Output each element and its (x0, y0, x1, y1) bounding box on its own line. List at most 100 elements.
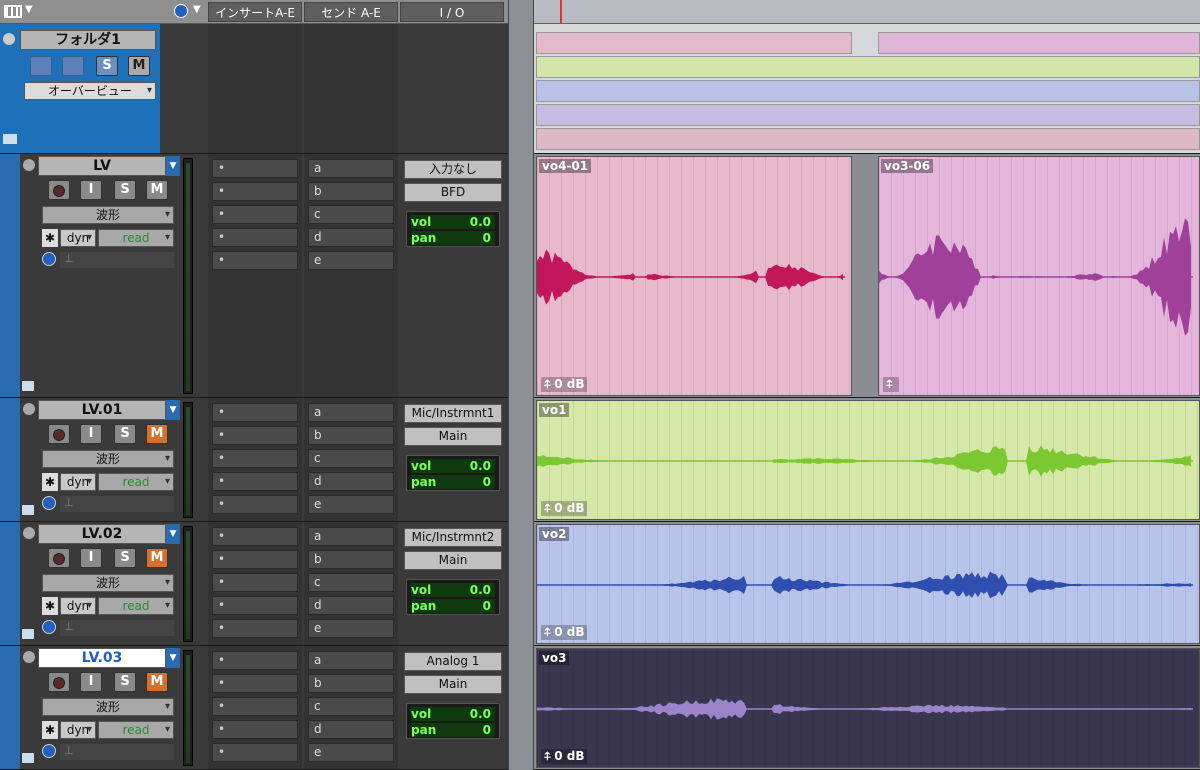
folder-clip-pink[interactable] (536, 32, 852, 54)
timebase-icon[interactable] (42, 252, 56, 266)
folder-clip-blue[interactable] (536, 80, 1200, 102)
mute-button[interactable]: M (146, 424, 168, 444)
insert-slot[interactable]: • (212, 228, 298, 247)
input-monitor-button[interactable]: I (80, 424, 102, 444)
clock-icon[interactable] (174, 4, 188, 18)
folder-blank-button-2[interactable] (62, 56, 84, 76)
send-slot[interactable]: e (308, 251, 394, 270)
solo-button[interactable]: S (114, 180, 136, 200)
send-slot[interactable]: c (308, 573, 394, 592)
insert-slot[interactable]: • (212, 472, 298, 491)
dyn-button[interactable]: dyn (60, 229, 96, 247)
output-selector[interactable]: Main (404, 551, 502, 570)
automation-mode-selector[interactable]: read (98, 229, 174, 247)
send-slot[interactable]: a (308, 159, 394, 178)
chevron-down-icon[interactable]: ▼ (25, 4, 33, 15)
vol-value[interactable]: 0.0 (470, 583, 491, 597)
output-selector[interactable]: Main (404, 675, 502, 694)
dyn-button[interactable]: dyn (60, 597, 96, 615)
clip-gain[interactable]: ⍏ (883, 377, 900, 392)
track-name[interactable]: LV.01 (38, 400, 166, 420)
folder-solo-button[interactable]: S (96, 56, 118, 76)
record-enable-button[interactable] (48, 424, 70, 444)
mute-button[interactable]: M (146, 672, 168, 692)
input-monitor-button[interactable]: I (80, 180, 102, 200)
send-slot[interactable]: b (308, 674, 394, 693)
asterisk-icon[interactable]: ✱ (42, 721, 58, 739)
grid-icon[interactable] (4, 5, 22, 18)
insert-slot[interactable]: • (212, 205, 298, 224)
audio-clip[interactable]: vo3 ⍏ 0 dB (536, 648, 1200, 768)
input-selector[interactable]: Mic/Instrmnt1 (404, 404, 502, 423)
collapse-toggle[interactable] (23, 651, 35, 663)
send-slot[interactable]: b (308, 426, 394, 445)
input-selector[interactable]: Mic/Instrmnt2 (404, 528, 502, 547)
pan-value[interactable]: 0 (483, 723, 491, 737)
view-selector[interactable]: 波形 (42, 698, 174, 716)
automation-mode-selector[interactable]: read (98, 597, 174, 615)
send-slot[interactable]: a (308, 527, 394, 546)
send-slot[interactable]: b (308, 550, 394, 569)
solo-button[interactable]: S (114, 672, 136, 692)
insert-slot[interactable]: • (212, 596, 298, 615)
chevron-down-icon[interactable]: ▼ (193, 4, 201, 15)
insert-slot[interactable]: • (212, 527, 298, 546)
asterisk-icon[interactable]: ✱ (42, 597, 58, 615)
chevron-down-icon[interactable]: ▼ (166, 524, 180, 544)
vol-value[interactable]: 0.0 (470, 707, 491, 721)
asterisk-icon[interactable]: ✱ (42, 473, 58, 491)
vol-value[interactable]: 0.0 (470, 215, 491, 229)
folder-name[interactable]: フォルダ1 (20, 30, 156, 50)
clip-gain[interactable]: ⍏ 0 dB (541, 501, 588, 516)
chevron-down-icon[interactable]: ▼ (166, 400, 180, 420)
send-slot[interactable]: a (308, 651, 394, 670)
dyn-button[interactable]: dyn (60, 721, 96, 739)
clip-gain[interactable]: ⍏ 0 dB (541, 749, 588, 764)
clip-gain[interactable]: ⍏ 0 dB (541, 625, 588, 640)
send-slot[interactable]: c (308, 449, 394, 468)
send-slot[interactable]: c (308, 205, 394, 224)
io-header[interactable]: I / O (400, 2, 504, 22)
insert-slot[interactable]: • (212, 674, 298, 693)
timebase-icon[interactable] (42, 496, 56, 510)
audio-clip[interactable]: vo2 ⍏ 0 dB (536, 524, 1200, 644)
timebase-icon[interactable] (42, 744, 56, 758)
audio-clip[interactable]: vo1 ⍏ 0 dB (536, 400, 1200, 520)
chevron-down-icon[interactable]: ▼ (166, 648, 180, 668)
track-name[interactable]: LV.03 (38, 648, 166, 668)
insert-slot[interactable]: • (212, 550, 298, 569)
insert-slot[interactable]: • (212, 651, 298, 670)
chevron-down-icon[interactable]: ▼ (166, 156, 180, 176)
track-name[interactable]: LV.02 (38, 524, 166, 544)
pan-value[interactable]: 0 (483, 231, 491, 245)
input-selector[interactable]: 入力なし (404, 160, 502, 179)
timebase-icon[interactable] (42, 620, 56, 634)
solo-button[interactable]: S (114, 424, 136, 444)
mute-button[interactable]: M (146, 548, 168, 568)
track-name[interactable]: LV (38, 156, 166, 176)
collapse-toggle[interactable] (3, 33, 15, 45)
collapse-toggle[interactable] (23, 527, 35, 539)
automation-mode-selector[interactable]: read (98, 473, 174, 491)
insert-slot[interactable]: • (212, 743, 298, 762)
insert-slot[interactable]: • (212, 495, 298, 514)
mute-button[interactable]: M (146, 180, 168, 200)
record-enable-button[interactable] (48, 672, 70, 692)
automation-mode-selector[interactable]: read (98, 721, 174, 739)
insert-slot[interactable]: • (212, 159, 298, 178)
solo-button[interactable]: S (114, 548, 136, 568)
insert-slot[interactable]: • (212, 251, 298, 270)
view-selector[interactable]: 波形 (42, 206, 174, 224)
view-selector[interactable]: 波形 (42, 450, 174, 468)
insert-slot[interactable]: • (212, 573, 298, 592)
input-selector[interactable]: Analog 1 (404, 652, 502, 671)
insert-slot[interactable]: • (212, 403, 298, 422)
record-enable-button[interactable] (48, 548, 70, 568)
pan-value[interactable]: 0 (483, 599, 491, 613)
folder-clip-rose[interactable] (536, 128, 1200, 150)
send-slot[interactable]: e (308, 495, 394, 514)
asterisk-icon[interactable]: ✱ (42, 229, 58, 247)
clip-gain[interactable]: ⍏ 0 dB (541, 377, 588, 392)
send-slot[interactable]: e (308, 743, 394, 762)
insert-slot[interactable]: • (212, 619, 298, 638)
